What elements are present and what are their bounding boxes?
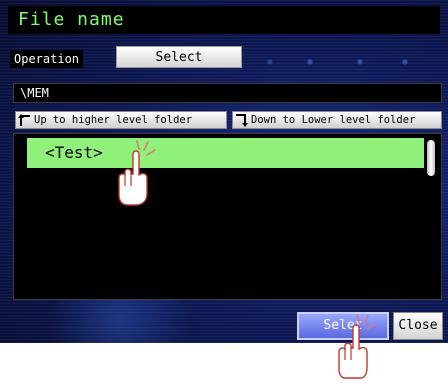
scrollbar-thumb[interactable] xyxy=(427,140,435,176)
up-to-higher-level-button[interactable]: Up to higher level folder xyxy=(15,111,227,129)
current-path: \MEM xyxy=(20,86,49,100)
operation-select-button[interactable]: Select xyxy=(116,46,242,68)
folder-name: <Test> xyxy=(45,143,103,162)
down-to-lower-level-button[interactable]: Down to Lower level folder xyxy=(232,111,442,129)
file-list[interactable]: <Test> xyxy=(13,133,442,300)
operation-label: Operation xyxy=(10,50,84,68)
tap-hand-icon xyxy=(114,138,158,214)
dialog-title: File name xyxy=(18,9,125,30)
down-level-label: Down to Lower level folder xyxy=(251,114,416,126)
tap-hand-icon xyxy=(334,312,378,383)
title-bar: File name xyxy=(8,6,440,34)
current-path-bar: \MEM xyxy=(13,83,442,103)
up-level-label: Up to higher level folder xyxy=(34,114,193,126)
close-button[interactable]: Close xyxy=(393,312,443,340)
down-level-arrow-icon xyxy=(233,112,251,128)
list-item[interactable]: <Test> xyxy=(27,138,424,168)
file-name-dialog: File name Operation Select \MEM Up to hi… xyxy=(0,0,448,343)
up-level-arrow-icon xyxy=(16,112,34,128)
